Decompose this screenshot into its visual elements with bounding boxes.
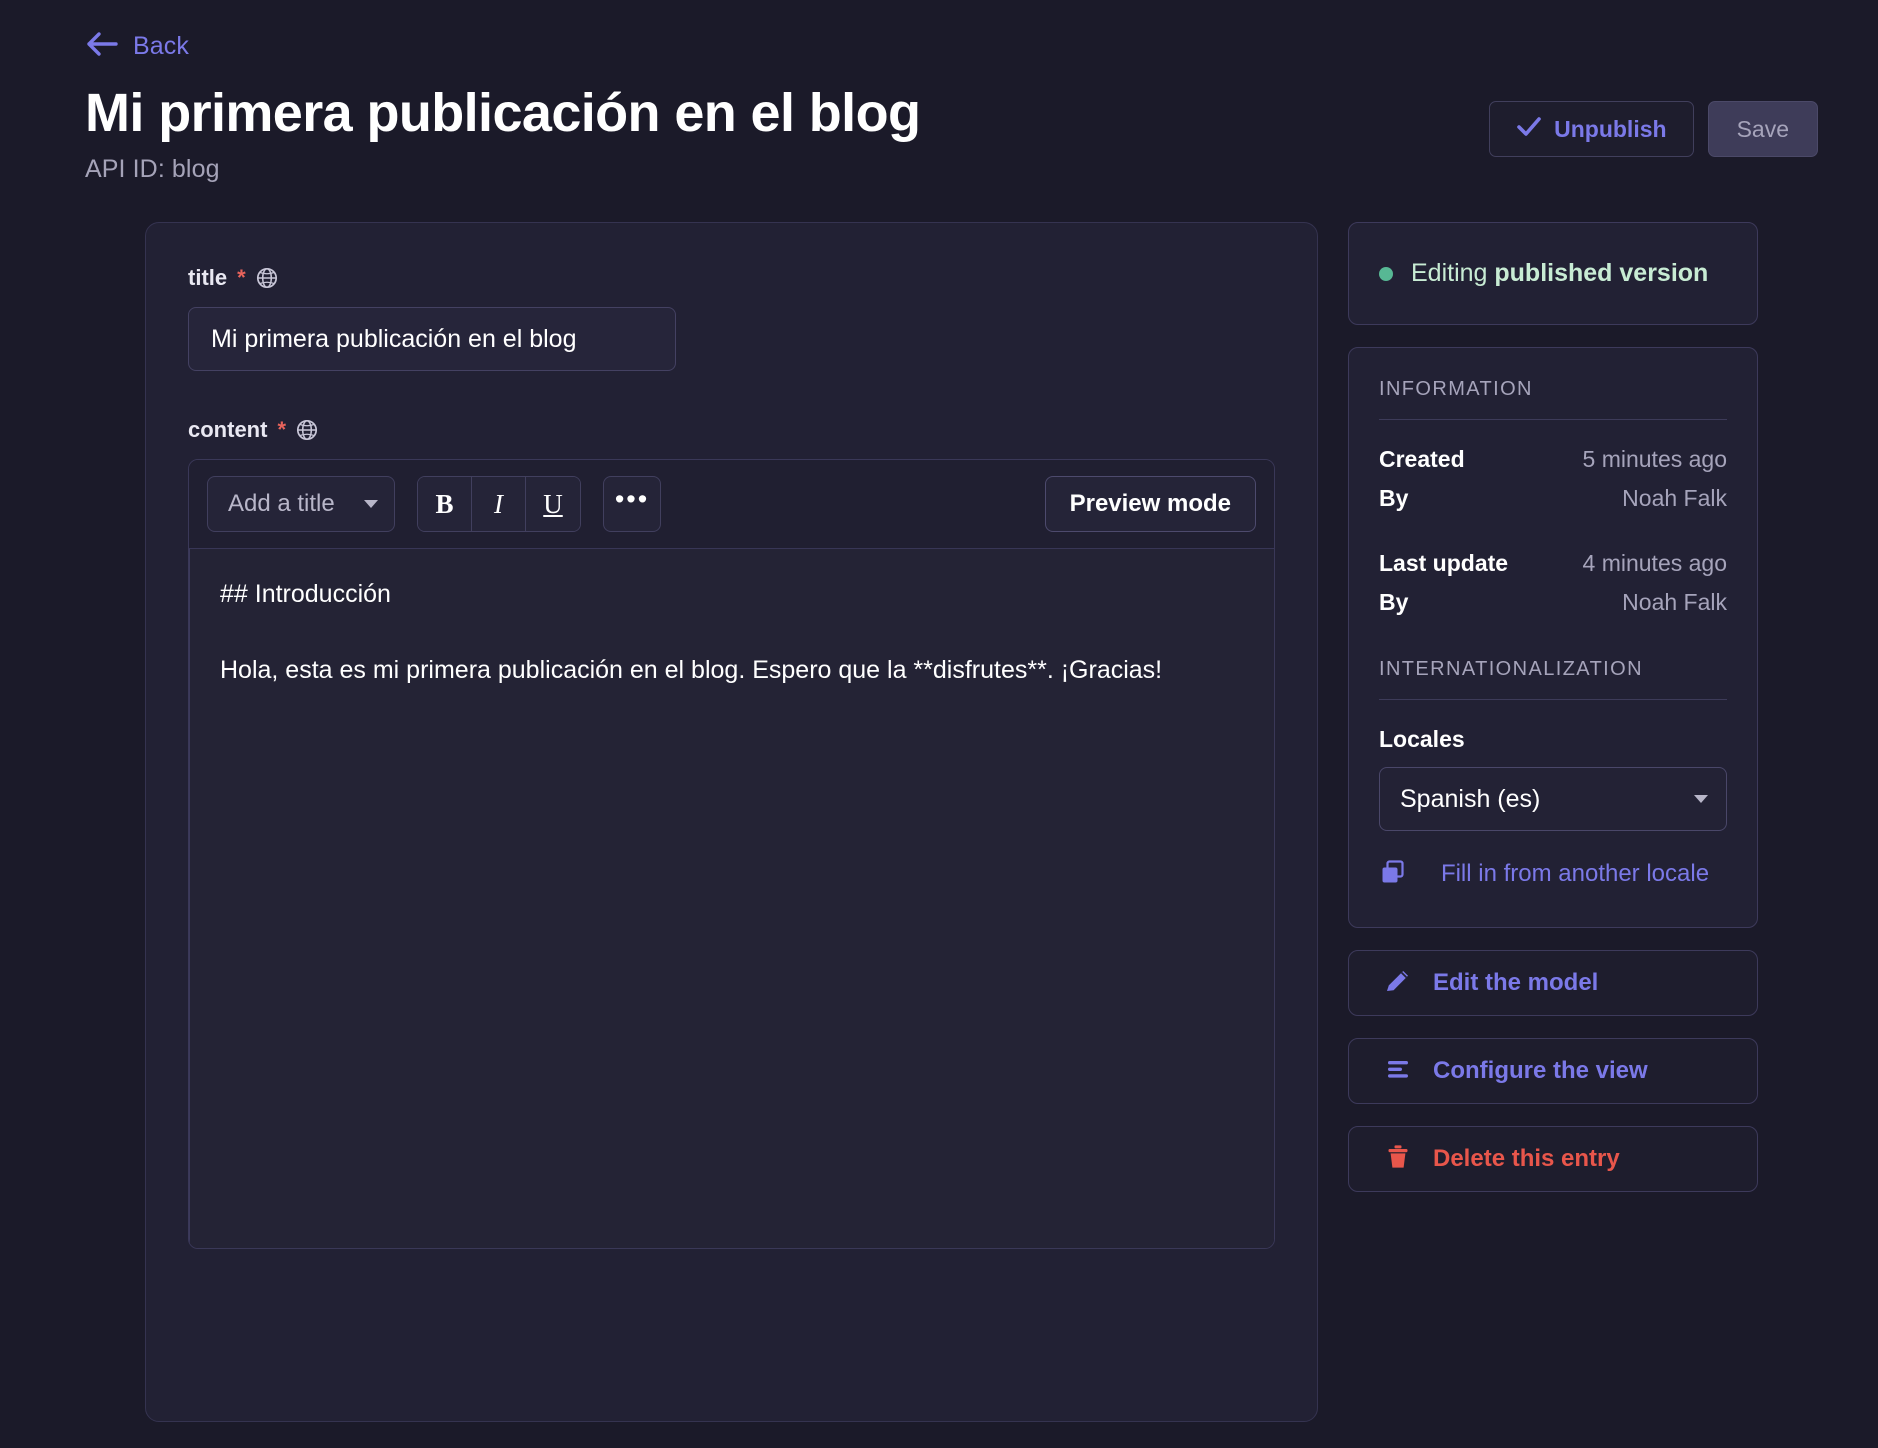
- status-badge: Editing published version: [1411, 257, 1708, 290]
- content-textarea[interactable]: ## Introducción Hola, esta es mi primera…: [189, 548, 1274, 1249]
- title-field-block: title * Mi primera publicación en el blo…: [188, 265, 1275, 372]
- pencil-icon: [1383, 966, 1413, 1001]
- edit-the-model-label: Edit the model: [1433, 969, 1599, 997]
- info-value: Noah Falk: [1622, 485, 1727, 512]
- fill-from-locale-button[interactable]: Fill in from another locale: [1379, 857, 1727, 891]
- info-key: By: [1379, 485, 1409, 512]
- api-id-label: API ID: blog: [85, 155, 220, 184]
- sidebar: Editing published version INFORMATION Cr…: [1348, 222, 1758, 1193]
- info-key: Created: [1379, 446, 1465, 473]
- italic-button[interactable]: I: [472, 477, 526, 532]
- status-prefix: Editing: [1411, 259, 1495, 288]
- title-label-text: title: [188, 265, 228, 291]
- configure-the-view-button[interactable]: Configure the view: [1348, 1038, 1758, 1105]
- unpublish-label: Unpublish: [1554, 115, 1667, 142]
- globe-icon: [256, 267, 278, 289]
- heading-select-value: Add a title: [228, 490, 335, 518]
- information-card: INFORMATION Created 5 minutes ago By Noa…: [1348, 347, 1758, 929]
- divider: [1379, 699, 1727, 701]
- info-key: Last update: [1379, 550, 1509, 577]
- info-value: Noah Falk: [1622, 589, 1727, 616]
- info-value: 4 minutes ago: [1582, 550, 1727, 577]
- content-label-text: content: [188, 417, 268, 443]
- content-wrap: title * Mi primera publicación en el blo…: [60, 222, 1818, 1423]
- delete-this-entry-label: Delete this entry: [1433, 1145, 1620, 1173]
- configure-the-view-label: Configure the view: [1433, 1057, 1648, 1085]
- bold-button[interactable]: B: [418, 477, 472, 532]
- underline-button[interactable]: U: [526, 477, 580, 532]
- entry-form-card: title * Mi primera publicación en el blo…: [145, 222, 1318, 1423]
- info-value: 5 minutes ago: [1582, 446, 1727, 473]
- save-label: Save: [1736, 115, 1789, 142]
- list-settings-icon: [1383, 1054, 1413, 1089]
- title-row: Mi primera publicación en el blog API ID…: [60, 83, 1818, 184]
- back-button[interactable]: Back: [60, 0, 189, 63]
- content-line-2: Hola, esta es mi primera publicación en …: [220, 655, 1163, 684]
- save-button[interactable]: Save: [1707, 101, 1818, 157]
- unpublish-button[interactable]: Unpublish: [1489, 101, 1694, 157]
- text-format-group: B I U: [417, 476, 581, 533]
- heading-select[interactable]: Add a title: [207, 476, 395, 533]
- preview-mode-button[interactable]: Preview mode: [1044, 476, 1256, 533]
- title-input-value: Mi primera publicación en el blog: [211, 324, 577, 353]
- title-block: Mi primera publicación en el blog API ID…: [85, 83, 921, 184]
- header-actions: Unpublish Save: [1489, 101, 1818, 157]
- chevron-down-icon: [364, 500, 378, 509]
- required-asterisk: *: [237, 265, 246, 291]
- duplicate-icon: [1379, 858, 1407, 891]
- status-dot-icon: [1379, 266, 1393, 281]
- locales-label: Locales: [1379, 726, 1465, 753]
- globe-icon: [296, 419, 318, 441]
- back-label: Back: [133, 32, 189, 60]
- edit-the-model-button[interactable]: Edit the model: [1348, 950, 1758, 1017]
- editing-status-card: Editing published version: [1348, 222, 1758, 326]
- content-field-block: content * Add a title B I U ••• Preview …: [188, 417, 1275, 1250]
- content-field-label: content *: [188, 417, 1275, 443]
- information-section-title: INFORMATION: [1379, 378, 1533, 401]
- chevron-down-icon: [1694, 795, 1708, 804]
- locale-select-value: Spanish (es): [1400, 784, 1541, 813]
- info-row-created-by: By Noah Falk: [1379, 485, 1727, 512]
- check-icon: [1516, 115, 1542, 143]
- rich-text-editor: Add a title B I U ••• Preview mode ## In…: [188, 459, 1275, 1250]
- locale-select[interactable]: Spanish (es): [1379, 767, 1727, 832]
- info-row-updated-by: By Noah Falk: [1379, 589, 1727, 616]
- required-asterisk: *: [277, 417, 287, 443]
- content-line-1: ## Introducción: [220, 580, 391, 609]
- page-title: Mi primera publicación en el blog: [85, 83, 921, 143]
- status-emphasis: published version: [1494, 259, 1709, 288]
- fill-from-locale-label: Fill in from another locale: [1440, 860, 1710, 888]
- more-options-button[interactable]: •••: [603, 476, 661, 533]
- delete-this-entry-button[interactable]: Delete this entry: [1348, 1126, 1758, 1193]
- editor-toolbar: Add a title B I U ••• Preview mode: [189, 460, 1274, 549]
- title-field-label: title *: [188, 265, 1275, 291]
- info-key: By: [1379, 589, 1409, 616]
- info-row-last-update: Last update 4 minutes ago: [1379, 550, 1727, 577]
- divider: [1379, 419, 1727, 421]
- internationalization-section-title: INTERNATIONALIZATION: [1379, 658, 1643, 681]
- page-root: Back Mi primera publicación en el blog A…: [0, 0, 1878, 1423]
- info-row-created: Created 5 minutes ago: [1379, 446, 1727, 473]
- arrow-left-icon: [85, 30, 119, 63]
- title-input[interactable]: Mi primera publicación en el blog: [188, 307, 676, 372]
- trash-icon: [1383, 1142, 1413, 1177]
